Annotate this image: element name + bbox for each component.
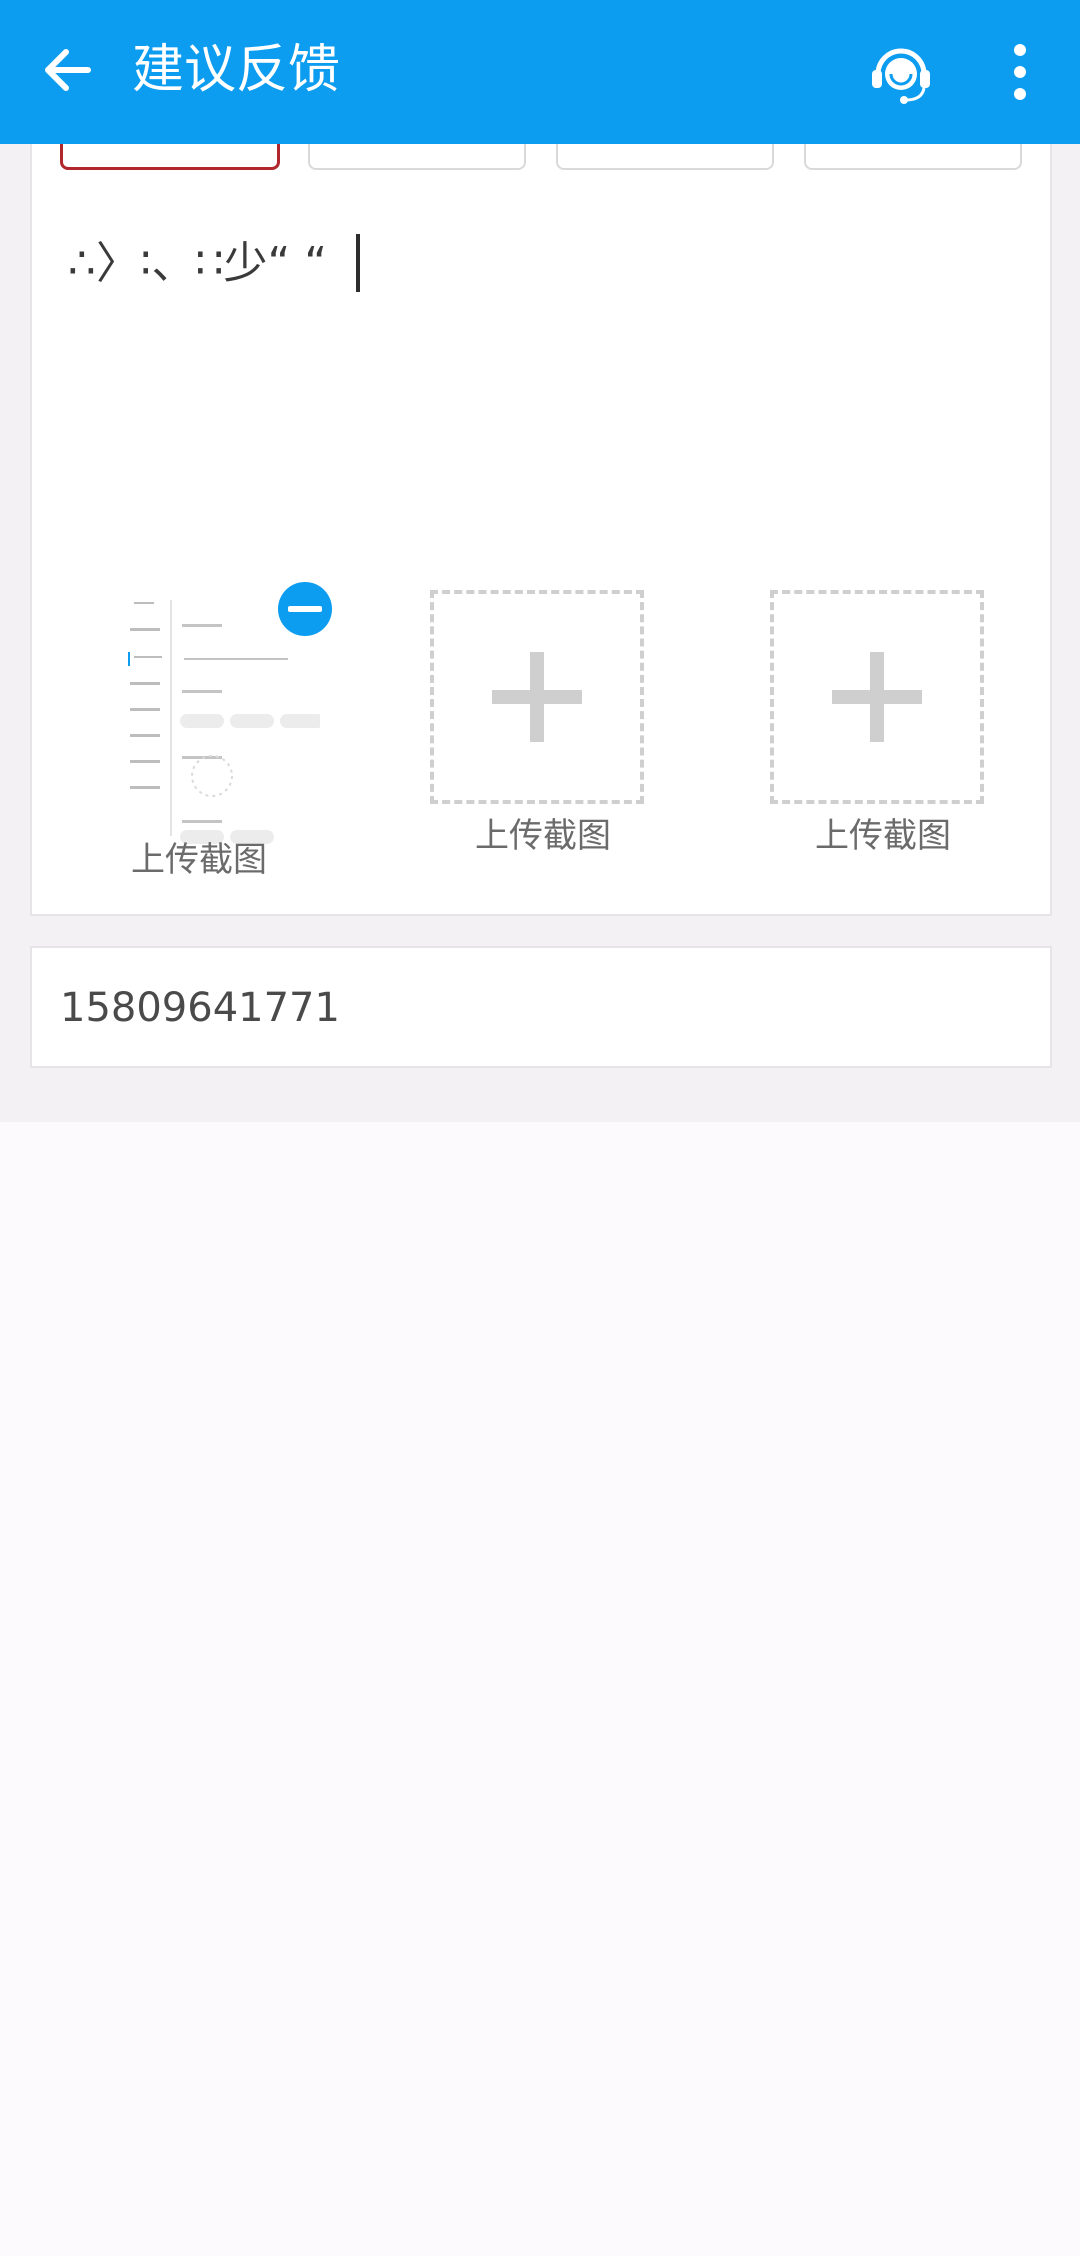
text-cursor: [356, 234, 360, 292]
feedback-type-tab[interactable]: [308, 144, 526, 170]
feedback-type-tabs: [60, 144, 1050, 170]
upload-slot-2[interactable]: 上传截图: [430, 590, 656, 856]
app-bar: 建议反馈: [0, 0, 1080, 144]
page-title: 建议反馈: [132, 40, 341, 100]
upload-label: 上传截图: [815, 816, 951, 856]
feedback-type-tab[interactable]: [556, 144, 774, 170]
upload-label: 上传截图: [475, 816, 611, 856]
more-vertical-icon[interactable]: [1000, 40, 1040, 104]
feedback-textarea[interactable]: ∴〉∶、∷少“ “: [68, 234, 327, 294]
feedback-card: ∴〉∶、∷少“ “ 上传截图 上传截图: [30, 144, 1052, 916]
feedback-type-tab[interactable]: [804, 144, 1022, 170]
upload-label: 上传截图: [131, 840, 267, 880]
feedback-type-tab-selected[interactable]: [60, 144, 280, 170]
back-arrow-icon[interactable]: [36, 38, 100, 102]
screenshot-thumbnail: [120, 594, 368, 844]
contact-card: 15809641771: [30, 946, 1052, 1068]
phone-input[interactable]: 15809641771: [60, 980, 340, 1036]
headset-icon[interactable]: [866, 36, 936, 106]
upload-slot-3[interactable]: 上传截图: [770, 590, 996, 856]
remove-image-icon[interactable]: [278, 582, 332, 636]
